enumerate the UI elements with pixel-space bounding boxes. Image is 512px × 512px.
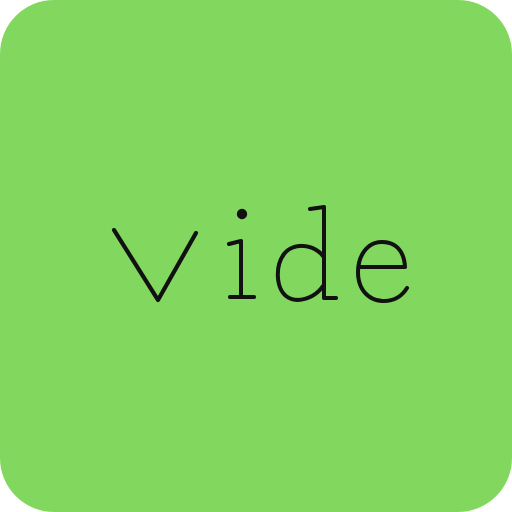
app-icon-label: Vide bbox=[0, 0, 1, 1]
letter-d-bowl bbox=[275, 244, 325, 302]
letter-i-stem bbox=[227, 239, 256, 299]
letter-d-stem bbox=[308, 205, 338, 300]
letter-v bbox=[111, 227, 199, 303]
letter-i-dot bbox=[236, 208, 248, 220]
app-icon-wordmark bbox=[111, 205, 409, 303]
app-icon[interactable]: Vide bbox=[0, 0, 512, 512]
letter-e bbox=[356, 240, 409, 303]
